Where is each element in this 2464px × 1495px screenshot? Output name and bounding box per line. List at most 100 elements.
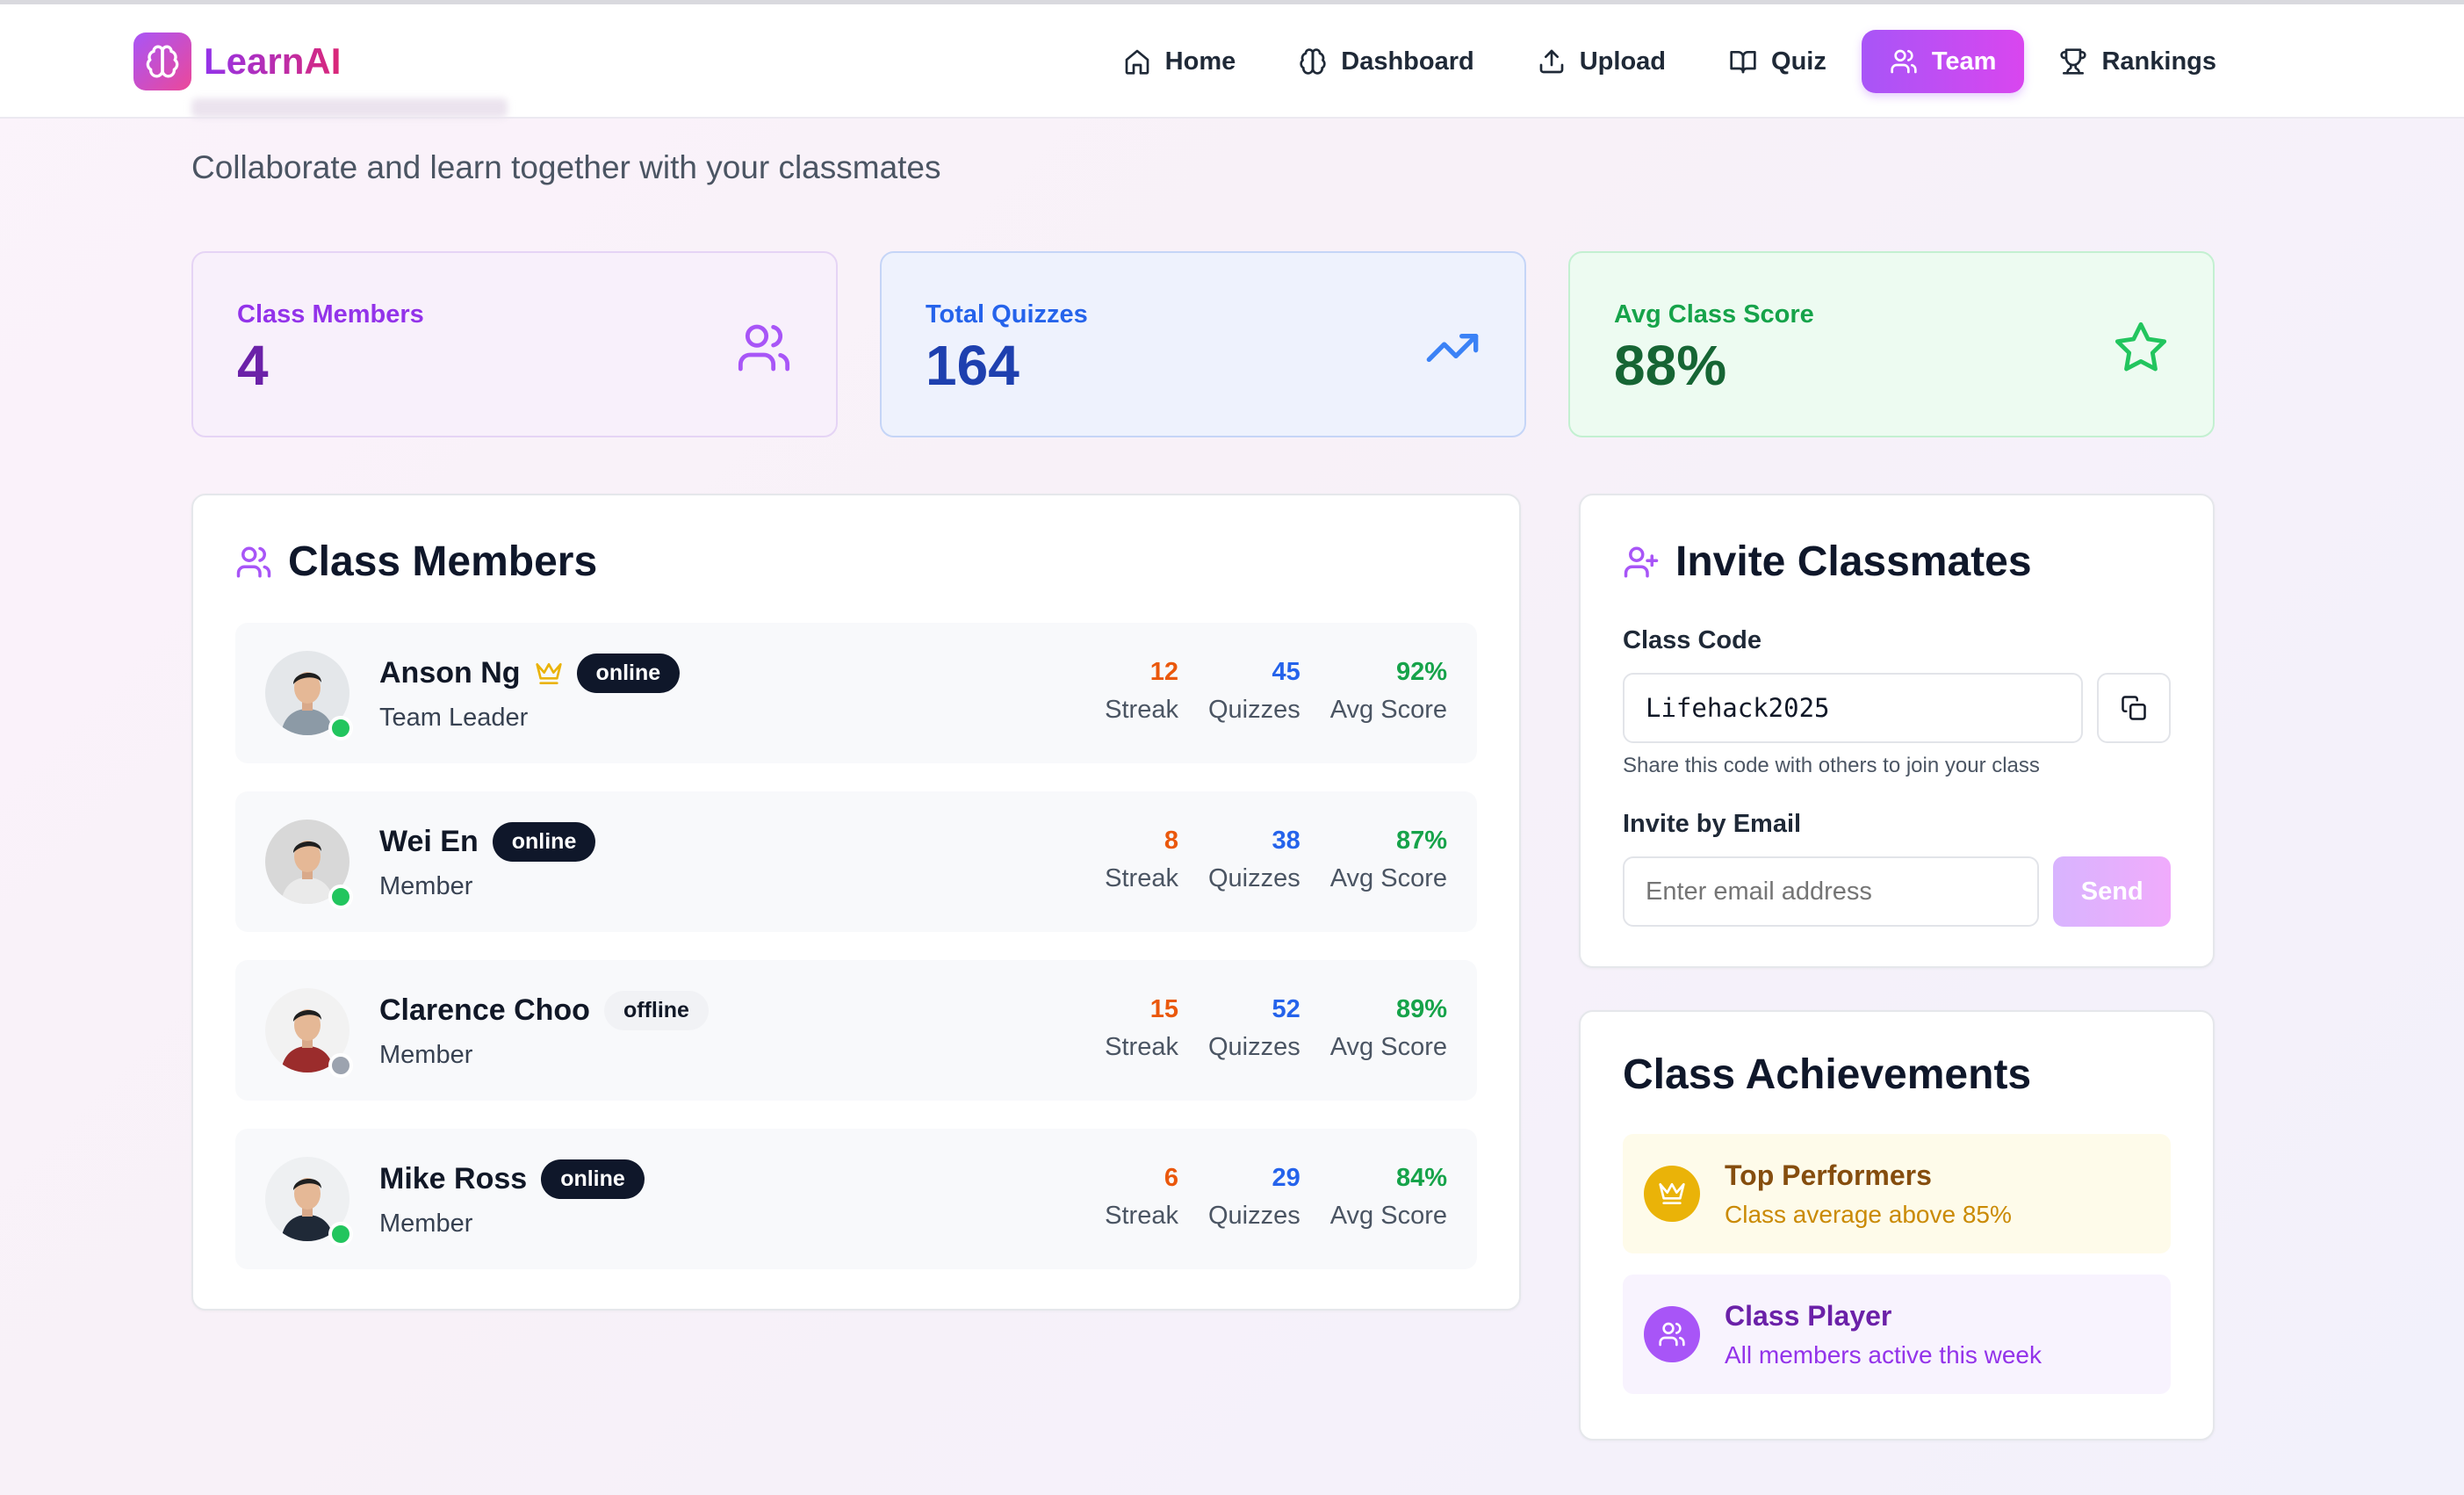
nav-quiz-label: Quiz (1771, 47, 1826, 76)
streak-value: 8 (1164, 827, 1178, 855)
achievement-desc: Class average above 85% (1725, 1200, 2012, 1228)
stat-quizzes-label: Total Quizzes (926, 300, 1088, 329)
invite-email-label: Invite by Email (1623, 810, 1802, 838)
stat-card-score: Avg Class Score 88% (1568, 251, 2215, 437)
send-invite-button[interactable]: Send (2053, 856, 2171, 927)
quizzes-value: 38 (1272, 827, 1300, 855)
class-code-row: Lifehack2025 (1623, 673, 2171, 743)
class-members-title: Class Members (288, 538, 598, 585)
avatar-wrap (265, 651, 353, 740)
member-row[interactable]: Anson Ng online Team Leader 12 Streak 45… (235, 623, 1477, 763)
status-badge: offline (603, 991, 709, 1030)
email-input[interactable] (1623, 856, 2040, 927)
quizzes-value: 52 (1272, 995, 1300, 1023)
member-role: Member (379, 872, 473, 900)
member-info: Wei En online Member (379, 822, 596, 901)
nav-team-label: Team (1931, 47, 1997, 76)
invite-title: Invite Classmates (1675, 538, 2032, 585)
achievement-class-player: Class Player All members active this wee… (1623, 1275, 2171, 1394)
member-list: Anson Ng online Team Leader 12 Streak 45… (235, 623, 1477, 1269)
stat-members-label: Class Members (237, 300, 424, 329)
quizzes-label: Quizzes (1207, 696, 1300, 724)
nav-quiz[interactable]: Quiz (1701, 30, 1855, 93)
avg-score-stat: 89% Avg Score (1330, 995, 1447, 1062)
avg-score-stat: 84% Avg Score (1330, 1164, 1447, 1231)
achievements-panel: Class Achievements Top Performers Class … (1579, 1010, 2215, 1441)
achievements-title: Class Achievements (1623, 1051, 2032, 1098)
users-icon (738, 324, 790, 372)
member-row[interactable]: Mike Ross online Member 6 Streak 29 Quiz… (235, 1129, 1477, 1269)
stat-quizzes-value: 164 (926, 334, 1019, 397)
member-name[interactable]: Wei En (379, 825, 479, 859)
streak-value: 15 (1149, 995, 1178, 1023)
member-role: Member (379, 1041, 473, 1069)
class-code-field[interactable]: Lifehack2025 (1623, 673, 2084, 743)
streak-stat: 12 Streak (1105, 658, 1178, 725)
nav-team[interactable]: Team (1861, 30, 2025, 93)
quizzes-stat: 29 Quizzes (1208, 1164, 1300, 1231)
nav-dashboard-label: Dashboard (1341, 47, 1474, 76)
user-plus-icon (1624, 546, 1659, 577)
quizzes-stat: 45 Quizzes (1208, 658, 1300, 725)
stat-score-value: 88% (1614, 334, 1727, 397)
nav-upload[interactable]: Upload (1509, 30, 1694, 93)
member-name-row: Clarence Choo offline (379, 991, 709, 1030)
streak-stat: 15 Streak (1105, 995, 1178, 1062)
nav-home[interactable]: Home (1095, 30, 1264, 93)
crown-icon (535, 662, 562, 684)
stat-score-label: Avg Class Score (1614, 300, 1814, 329)
status-badge: online (576, 654, 681, 693)
avatar-wrap (265, 1157, 353, 1246)
invite-panel: Invite Classmates Class Code Lifehack202… (1579, 494, 2215, 968)
nav-rankings[interactable]: Rankings (2031, 30, 2244, 93)
quizzes-label: Quizzes (1207, 1202, 1300, 1230)
status-dot (328, 885, 353, 909)
quizzes-label: Quizzes (1207, 864, 1300, 892)
member-name-row: Anson Ng online (379, 654, 681, 693)
quizzes-value: 45 (1272, 658, 1300, 686)
class-members-panel: Class Members Anson Ng online Team Leade… (191, 494, 1521, 1311)
avg-score-value: 84% (1395, 1164, 1447, 1192)
member-row[interactable]: Clarence Choo offline Member 15 Streak 5… (235, 960, 1477, 1101)
streak-label: Streak (1105, 696, 1178, 724)
nav-home-label: Home (1164, 47, 1236, 76)
page-title-scrolled (191, 98, 508, 118)
member-name[interactable]: Mike Ross (379, 1162, 527, 1196)
achievement-title: Class Player (1725, 1299, 1892, 1332)
avatar-wrap (265, 820, 353, 909)
member-info: Mike Ross online Member (379, 1159, 645, 1239)
member-name[interactable]: Clarence Choo (379, 993, 590, 1028)
brain-icon (1300, 48, 1326, 75)
avg-score-value: 89% (1395, 995, 1447, 1023)
nav-dashboard[interactable]: Dashboard (1271, 30, 1502, 93)
class-code-helper: Share this code with others to join your… (1623, 754, 2040, 777)
achievement-title: Top Performers (1725, 1159, 1932, 1191)
avg-score-value: 92% (1395, 658, 1447, 686)
member-stats: 8 Streak 38 Quizzes 87% Avg Score (1105, 827, 1447, 893)
streak-stat: 8 Streak (1105, 827, 1178, 893)
class-members-heading: Class Members (235, 538, 1477, 586)
brain-logo-icon (133, 32, 191, 90)
status-dot (328, 1053, 353, 1078)
crown-icon (1644, 1166, 1700, 1222)
users-icon (236, 546, 271, 577)
star-icon (2115, 321, 2167, 372)
achievement-desc: All members active this week (1725, 1340, 2043, 1369)
member-name[interactable]: Anson Ng (379, 656, 521, 690)
book-icon (1730, 51, 1756, 74)
streak-label: Streak (1105, 864, 1178, 892)
home-icon (1125, 49, 1149, 75)
streak-label: Streak (1105, 1202, 1178, 1230)
copy-code-button[interactable] (2097, 673, 2171, 743)
quizzes-value: 29 (1272, 1164, 1300, 1192)
member-info: Clarence Choo offline Member (379, 991, 709, 1070)
member-name-row: Wei En online (379, 822, 596, 862)
streak-label: Streak (1105, 1033, 1178, 1061)
avg-score-label: Avg Score (1329, 696, 1447, 724)
trophy-icon (2060, 48, 2087, 75)
avg-score-value: 87% (1395, 827, 1447, 855)
streak-stat: 6 Streak (1105, 1164, 1178, 1231)
trending-up-icon (1426, 334, 1479, 362)
member-row[interactable]: Wei En online Member 8 Streak 38 Quizzes… (235, 791, 1477, 932)
brand[interactable]: LearnAI (133, 32, 341, 90)
